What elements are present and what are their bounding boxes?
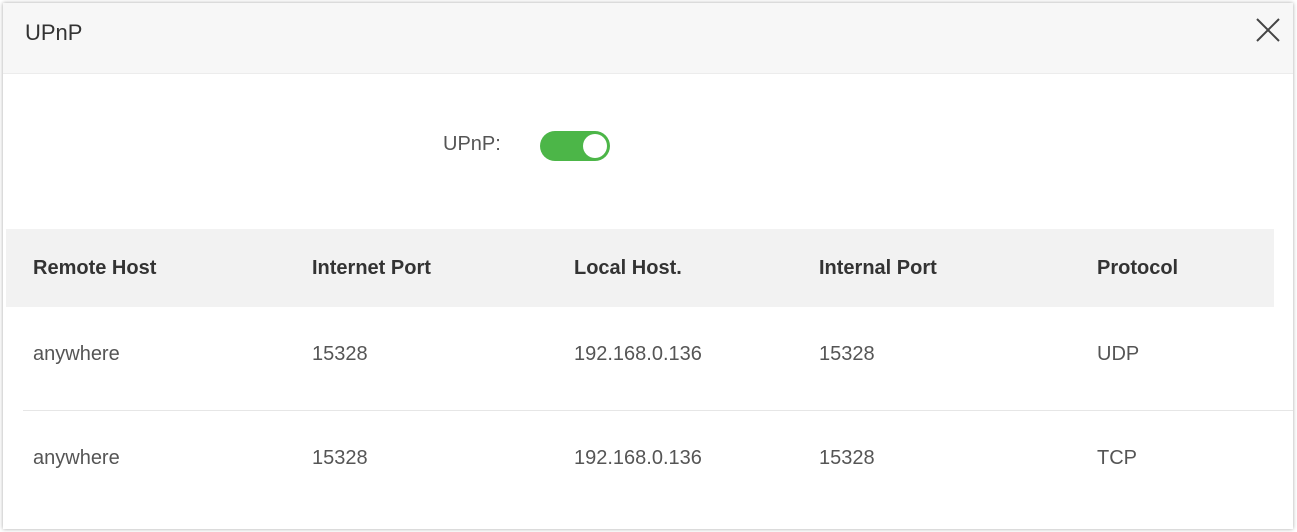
cell-protocol: TCP <box>1097 447 1137 469</box>
toggle-knob <box>583 134 607 158</box>
cell-internet-port: 15328 <box>312 343 368 365</box>
upnp-dialog: UPnP UPnP: Remote Host Internet Port Loc… <box>3 3 1293 529</box>
cell-protocol: UDP <box>1097 343 1140 365</box>
table-header: Remote Host Internet Port Local Host. In… <box>6 229 1274 307</box>
upnp-toggle[interactable] <box>540 131 610 161</box>
dialog-title: UPnP <box>25 20 83 45</box>
cell-internet-port: 15328 <box>312 447 368 469</box>
table-row: anywhere 15328 192.168.0.136 15328 TCP <box>6 411 1274 515</box>
table-row: anywhere 15328 192.168.0.136 15328 UDP <box>6 307 1293 411</box>
upnp-toggle-row: UPnP: <box>3 123 1293 167</box>
column-header-internet-port: Internet Port <box>312 257 431 279</box>
cell-remote-host: anywhere <box>33 343 120 365</box>
column-header-local-host: Local Host. <box>574 257 682 279</box>
column-header-internal-port: Internal Port <box>819 257 937 279</box>
upnp-label: UPnP: <box>443 133 501 155</box>
cell-internal-port: 15328 <box>819 447 875 469</box>
close-icon <box>1256 18 1280 42</box>
upnp-mapping-table: Remote Host Internet Port Local Host. In… <box>6 229 1293 515</box>
dialog-header: UPnP <box>3 3 1293 74</box>
cell-internal-port: 15328 <box>819 343 875 365</box>
cell-local-host: 192.168.0.136 <box>574 447 702 469</box>
column-header-protocol: Protocol <box>1097 257 1179 279</box>
cell-local-host: 192.168.0.136 <box>574 343 702 365</box>
close-button[interactable] <box>1253 15 1283 45</box>
cell-remote-host: anywhere <box>33 447 120 469</box>
column-header-remote-host: Remote Host <box>33 257 157 279</box>
